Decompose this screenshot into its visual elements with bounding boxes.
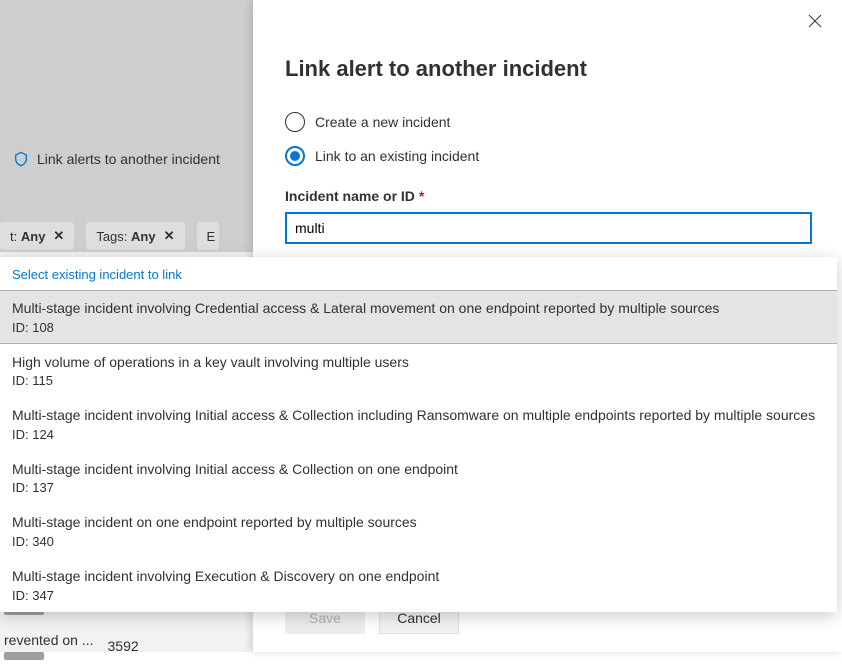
backdrop-dim: [0, 0, 253, 252]
radio-icon: [285, 146, 305, 166]
required-marker: *: [419, 188, 424, 204]
close-icon[interactable]: ✕: [53, 228, 64, 244]
table-row[interactable]: revented on ... 3592: [0, 620, 250, 672]
dropdown-item-id: ID: 340: [12, 534, 825, 549]
close-icon[interactable]: ✕: [164, 228, 175, 244]
dropdown-item[interactable]: Multi-stage incident involving Initial a…: [0, 397, 837, 451]
dropdown-item-title: Multi-stage incident involving Credentia…: [12, 299, 825, 319]
filter-pill[interactable]: Tags: Any ✕: [86, 222, 184, 250]
filter-row: t: Any ✕ Tags: Any ✕ E: [0, 222, 219, 250]
dropdown-header: Select existing incident to link: [0, 257, 837, 290]
incident-name-input[interactable]: [285, 212, 812, 244]
filter-pill[interactable]: E: [197, 222, 220, 250]
dropdown-item-id: ID: 124: [12, 427, 825, 442]
radio-label: Link to an existing incident: [315, 148, 479, 164]
dropdown-item-title: Multi-stage incident involving Initial a…: [12, 406, 825, 426]
dropdown-item-title: Multi-stage incident on one endpoint rep…: [12, 513, 825, 533]
incident-dropdown: Select existing incident to link Multi-s…: [0, 257, 837, 612]
dropdown-item-title: High volume of operations in a key vault…: [12, 353, 825, 373]
dropdown-item-id: ID: 137: [12, 480, 825, 495]
panel-title: Link alert to another incident: [285, 56, 810, 82]
field-label: Incident name or ID *: [285, 188, 810, 204]
dropdown-item[interactable]: Multi-stage incident involving Execution…: [0, 558, 837, 612]
radio-create-new[interactable]: Create a new incident: [285, 112, 810, 132]
shield-icon: [13, 151, 29, 167]
radio-group: Create a new incident Link to an existin…: [285, 112, 810, 166]
dropdown-item[interactable]: High volume of operations in a key vault…: [0, 344, 837, 398]
filter-pill[interactable]: t: Any ✕: [0, 222, 74, 250]
dropdown-item-title: Multi-stage incident involving Initial a…: [12, 460, 825, 480]
link-alerts-label: Link alerts to another incident: [37, 151, 220, 167]
close-button[interactable]: [808, 14, 822, 33]
radio-label: Create a new incident: [315, 114, 450, 130]
dropdown-item[interactable]: Multi-stage incident involving Initial a…: [0, 451, 837, 505]
dropdown-item[interactable]: Multi-stage incident on one endpoint rep…: [0, 504, 837, 558]
progress-bar: [4, 652, 44, 660]
dropdown-item[interactable]: Multi-stage incident involving Credentia…: [0, 290, 837, 344]
dropdown-item-id: ID: 108: [12, 320, 825, 335]
dropdown-item-title: Multi-stage incident involving Execution…: [12, 567, 825, 587]
radio-link-existing[interactable]: Link to an existing incident: [285, 146, 810, 166]
close-icon: [808, 14, 822, 28]
link-alerts-button[interactable]: Link alerts to another incident: [3, 145, 230, 173]
dropdown-item-id: ID: 115: [12, 373, 825, 388]
dropdown-item-id: ID: 347: [12, 588, 825, 603]
radio-icon: [285, 112, 305, 132]
